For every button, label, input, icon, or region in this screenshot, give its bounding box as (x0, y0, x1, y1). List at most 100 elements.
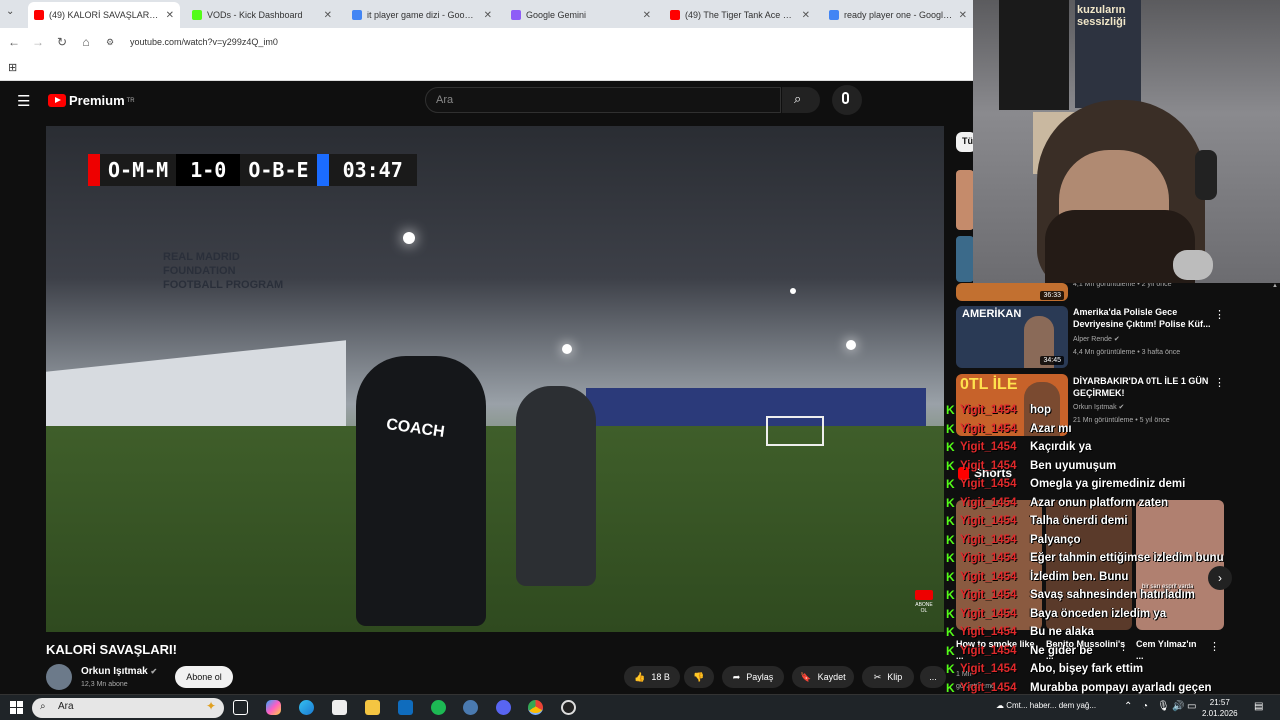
channel-name-text: Orkun Işıtmak (81, 666, 148, 677)
short-title-3[interactable]: Cem Yılmaz'ın ... (1136, 638, 1206, 662)
more-options-icon[interactable]: ⋮ (1214, 376, 1225, 389)
browser-tab[interactable]: (49) The Tiger Tank Ace Who D✕ (664, 4, 816, 26)
save-button[interactable]: 🔖 Kaydet (792, 666, 854, 688)
search-input[interactable]: Ara (425, 87, 781, 113)
rec-thumb-partial[interactable] (956, 236, 974, 282)
file-explorer-icon[interactable] (365, 700, 380, 715)
voice-search-button[interactable] (832, 85, 862, 115)
rec-title-2[interactable]: DİYARBAKIR'DA 0TL İLE 1 GÜN GEÇİRMEK! (1073, 375, 1211, 399)
tray-overflow-icon[interactable]: ⌃ (1124, 701, 1132, 712)
obs-icon[interactable] (561, 700, 576, 715)
chat-message: K Yigit_1454 Baya önceden izledim ya (946, 605, 1166, 623)
chat-message-text: İzledim ben. Bunu (1030, 570, 1129, 583)
windows-start-icon[interactable] (10, 701, 23, 714)
weather-icon: ☁ (996, 701, 1004, 710)
like-button[interactable]: 👍 18 B (624, 666, 680, 688)
kick-icon: K (946, 569, 955, 584)
chat-message-text: Baya önceden izledim ya (1030, 607, 1167, 620)
weather-widget[interactable]: ☁ Cmt... haber... dem yağ... (996, 701, 1096, 710)
apps-grid-icon[interactable]: ⊞ (8, 61, 17, 74)
video-player[interactable]: ABONE OL (46, 126, 944, 632)
tab-close-icon[interactable]: ✕ (160, 10, 174, 21)
search-button[interactable]: ⌕ (782, 87, 820, 113)
tab-close-icon[interactable]: ✕ (953, 10, 967, 21)
browser-tab[interactable]: ready player one - Google'da A✕ (823, 4, 973, 26)
channel-avatar[interactable] (46, 664, 72, 690)
home-icon[interactable]: ⌂ (74, 35, 98, 49)
search-icon: ⌕ (794, 91, 802, 106)
store-icon[interactable] (332, 700, 347, 715)
scissors-icon: ✂ (873, 671, 882, 682)
tab-close-icon[interactable]: ✕ (637, 10, 651, 21)
mic-icon (842, 92, 849, 104)
more-actions-button[interactable]: ... (920, 666, 946, 688)
scrollbar[interactable]: ▲ (1272, 283, 1278, 693)
volume-icon[interactable]: 🔊 (1172, 701, 1184, 712)
team2-color (316, 154, 329, 186)
discord-icon[interactable] (496, 700, 511, 715)
back-icon[interactable]: ← (2, 35, 26, 49)
browser-tab[interactable]: (49) KALORİ SAVAŞLARI! - YouT✕ (28, 2, 180, 28)
clip-button[interactable]: ✂ Klip (862, 666, 914, 688)
dislike-button[interactable]: 👎 (684, 666, 714, 688)
notification-icon[interactable]: ▤ (1254, 701, 1263, 712)
kick-icon: K (946, 532, 955, 547)
forward-icon[interactable]: → (26, 35, 50, 49)
menu-icon[interactable]: ☰ (17, 92, 30, 110)
chat-message: K Yigit_1454 Bu ne alaka (946, 623, 1094, 641)
more-options-icon[interactable]: ⋮ (1209, 640, 1220, 653)
chat-username: Yigit_1454 (960, 570, 1017, 583)
tab-search-icon[interactable]: ⌄ (6, 6, 22, 22)
rec-channel-2[interactable]: Orkun Işıtmak ✔ (1073, 403, 1124, 413)
tab-title: Google Gemini (526, 10, 587, 20)
more-options-icon[interactable]: ⋮ (1214, 308, 1225, 321)
chat-message-text: hop (1030, 404, 1052, 416)
chat-username: Yigit_1454 (960, 441, 1017, 453)
subscribe-button[interactable]: Abone ol (175, 666, 233, 688)
browser-tab[interactable]: VODs - Kick Dashboard ✕ (186, 4, 338, 26)
shorts-next-button[interactable]: › (1208, 566, 1232, 590)
copilot-icon[interactable] (266, 700, 281, 715)
abone-ol-overlay[interactable]: ABONE OL (912, 590, 936, 614)
browser-tab[interactable]: Google Gemini ✕ (505, 4, 657, 26)
chat-message: K Yigit_1454 Kaçırdık ya (946, 438, 1091, 456)
more-options-icon[interactable]: ⋮ (1118, 640, 1129, 653)
url-field[interactable]: youtube.com/watch?v=y299z4Q_im0 (130, 37, 278, 47)
chat-message-text: Kaçırdık ya (1030, 441, 1092, 453)
stadium-light (846, 340, 856, 350)
app-icon[interactable] (463, 700, 478, 715)
chat-username: Yigit_1454 (960, 589, 1017, 601)
rec-title-1[interactable]: Amerika'da Polisle Gece Devriyesine Çıkt… (1073, 306, 1211, 330)
tab-close-icon[interactable]: ✕ (318, 10, 332, 21)
video-watermark: REAL MADRID FOUNDATION FOOTBALL PROGRAM (163, 251, 284, 291)
rec-thumb-top[interactable]: 36:33 (956, 283, 1068, 301)
spotify-icon[interactable] (431, 700, 446, 715)
reload-icon[interactable]: ↻ (50, 35, 74, 49)
chat-message: K Yigit_1454 İzledim ben. Bunu (946, 568, 1128, 586)
coach-figure (356, 356, 486, 626)
chat-username: Yigit_1454 (960, 422, 1017, 435)
site-info-icon[interactable]: ⚙ (98, 37, 122, 48)
rec-thumb-1[interactable]: AMERİKAN 34:45 (956, 306, 1068, 368)
chat-username: Yigit_1454 (960, 681, 1017, 694)
tab-close-icon[interactable]: ✕ (796, 10, 810, 21)
network-icon[interactable]: ◔ (1142, 701, 1148, 712)
rec-thumb-partial[interactable] (956, 170, 974, 230)
pitch (46, 426, 944, 632)
kick-icon: K (946, 643, 955, 658)
channel-name[interactable]: Orkun Işıtmak ✔ (81, 666, 157, 677)
edge-icon[interactable] (299, 700, 314, 715)
browser-tab[interactable]: it player game dizi - Google'da ✕ (346, 4, 498, 26)
taskbar-search[interactable]: ⌕ Ara ✦ (32, 698, 224, 718)
battery-icon[interactable]: ▭ (1187, 701, 1196, 712)
youtube-logo[interactable]: Premium TR (48, 93, 135, 108)
share-button[interactable]: ➦ Paylaş (722, 666, 784, 688)
clock[interactable]: 21:57 2.01.2026 (1202, 697, 1238, 719)
chrome-icon[interactable] (528, 700, 543, 715)
outlook-icon[interactable] (398, 700, 413, 715)
tab-close-icon[interactable]: ✕ (478, 10, 492, 21)
scroll-up-icon[interactable]: ▲ (1272, 283, 1278, 289)
rec-channel-1[interactable]: Alper Rende ✔ (1073, 335, 1120, 345)
task-view-icon[interactable] (233, 700, 248, 715)
mic-tray-icon[interactable]: 🎙 (1157, 701, 1170, 712)
